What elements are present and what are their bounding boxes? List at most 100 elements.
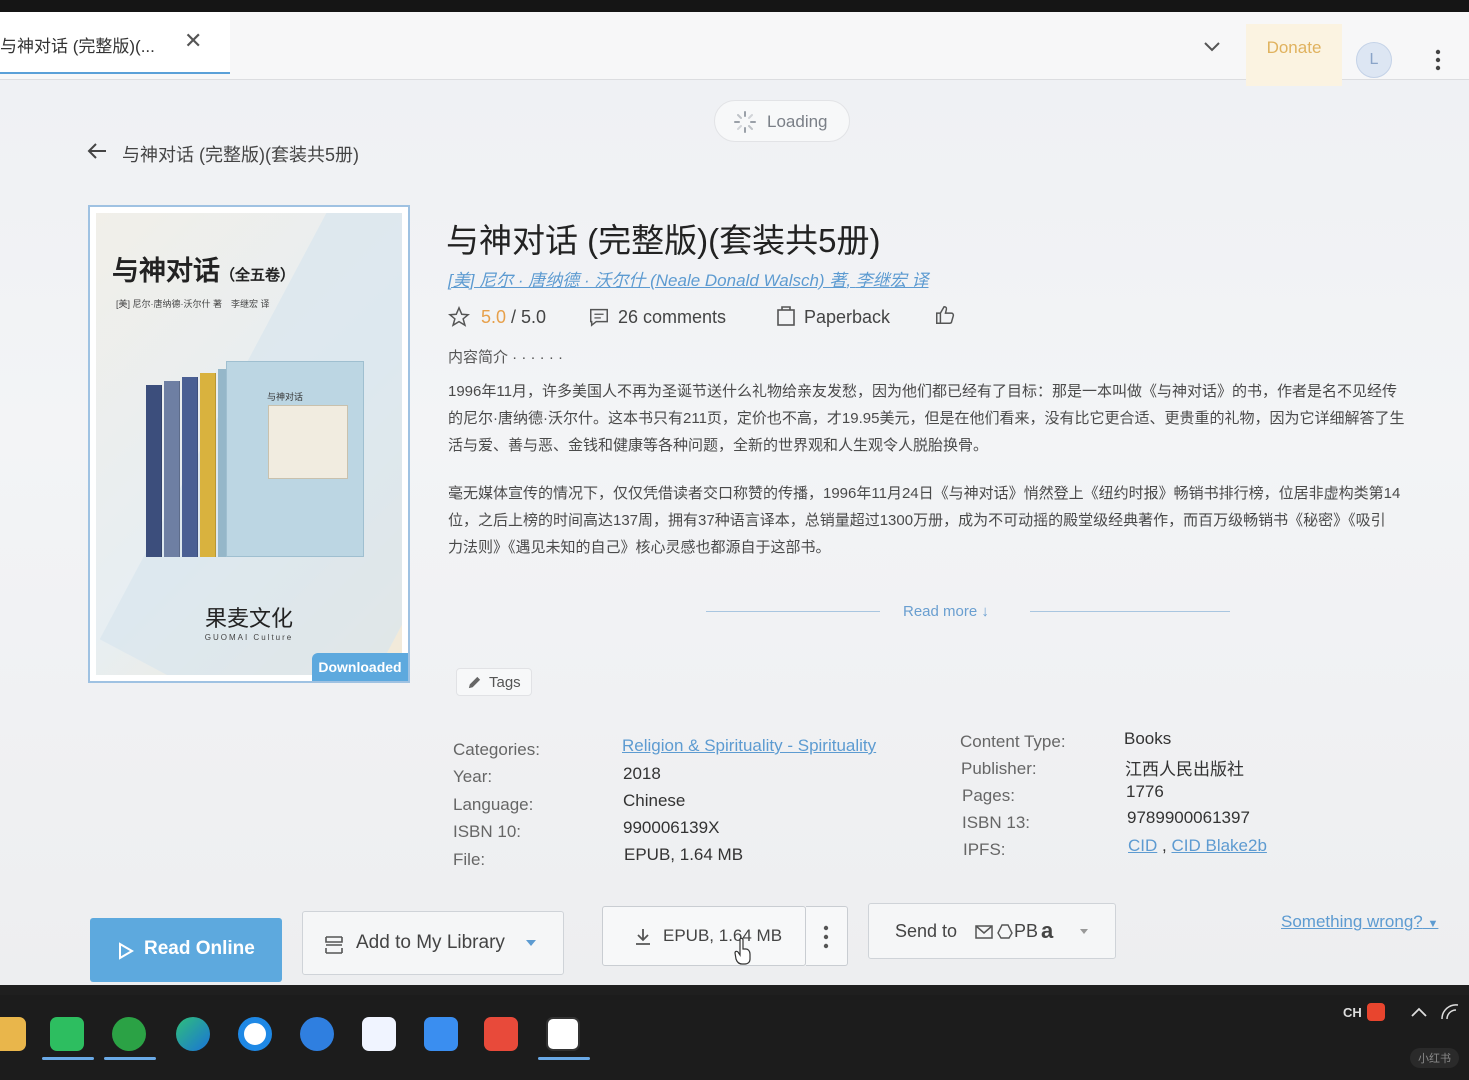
desc-line: 的尼尔·唐纳德·沃尔什。这本书只有211页，定价也不高，才19.95美元，但是在… — [448, 410, 1405, 427]
kugou-icon[interactable] — [300, 1017, 334, 1051]
cover-publisher: 果麦文化 — [204, 607, 293, 632]
more-options-button[interactable] — [806, 906, 848, 966]
send-to-label: Send to — [895, 921, 958, 941]
wechat-work-icon[interactable] — [112, 1017, 146, 1051]
input-language[interactable]: CH — [1343, 1005, 1362, 1020]
publisher-value: 江西人民出版社 — [1125, 760, 1244, 779]
description-paragraph-2: 毫无媒体宣传的情况下，仅仅凭借读者交口称赞的传播，1996年11月24日《与神对… — [448, 480, 1444, 561]
comments-count[interactable]: 26 comments — [618, 307, 726, 328]
more-vert-icon — [823, 925, 829, 949]
sogou-icon[interactable] — [1367, 1003, 1385, 1021]
download-label: EPUB, 1.64 MB — [663, 926, 783, 945]
downloaded-badge: Downloaded — [312, 653, 408, 681]
wifi-icon[interactable] — [1440, 1003, 1460, 1021]
taskbar: CH — [0, 985, 1469, 1080]
star-icon[interactable] — [448, 306, 470, 328]
netease-music-icon[interactable] — [484, 1017, 518, 1051]
language-value: Chinese — [623, 791, 686, 810]
ipfs-cid-link[interactable]: CID — [1128, 836, 1157, 855]
chevron-down-icon[interactable] — [1200, 34, 1224, 58]
rating-max: / 5.0 — [511, 307, 547, 327]
tab-strip: 与神对话 (完整版)(... ✕ Donate L — [0, 12, 1469, 86]
close-icon[interactable]: ✕ — [184, 28, 202, 54]
content-type-label: Content Type: — [960, 732, 1066, 751]
ipfs-separator: , — [1162, 836, 1167, 855]
pages-value: 1776 — [1126, 782, 1164, 801]
taskbar-inner: CH — [0, 995, 1469, 1080]
active-indicator — [42, 1057, 94, 1060]
read-more-link[interactable]: Read more ↓ — [903, 603, 989, 620]
pocketbook-label: PB — [1014, 921, 1039, 941]
baidu-netdisk-icon[interactable] — [362, 1017, 396, 1051]
tags-button[interactable]: Tags — [456, 668, 532, 696]
thumbs-up-icon[interactable] — [934, 304, 956, 326]
book-spine — [146, 385, 162, 557]
description-paragraph-1: 1996年11月，许多美国人不再为圣诞节送什么礼物给亲友发愁，因为他们都已经有了… — [448, 378, 1444, 459]
download-button[interactable]: EPUB, 1.64 MB — [602, 906, 806, 966]
arrow-down-icon: ↓ — [981, 603, 989, 620]
desc-line: 1996年11月，许多美国人不再为圣诞节送什么礼物给亲友发愁，因为他们都已经有了… — [448, 383, 1397, 400]
folder-icon[interactable] — [0, 1017, 26, 1051]
language-label: Language: — [453, 795, 534, 814]
intro-label: 内容简介 · · · · · · — [448, 349, 563, 366]
add-to-library-button[interactable]: Add to My Library — [302, 911, 564, 975]
categories-label: Categories: — [453, 740, 540, 759]
desc-line: 毫无媒体宣传的情况下，仅仅凭借读者交口称赞的传播，1996年11月24日《与神对… — [448, 485, 1401, 502]
caret-down-icon: ▼ — [1427, 918, 1439, 930]
monitor-bezel — [0, 0, 1469, 12]
active-indicator — [104, 1057, 156, 1060]
avatar[interactable]: L — [1356, 42, 1392, 78]
content-type-value: Books — [1124, 729, 1172, 748]
book-title: 与神对话 (完整版)(套装共5册) — [446, 222, 881, 259]
year-label: Year: — [453, 767, 493, 786]
tags-label: Tags — [489, 674, 521, 691]
book-cover[interactable]: 与神对话（全五卷） [美] 尼尔·唐纳德·沃尔什 著 李继宏 译 与神对话 果麦… — [88, 205, 410, 683]
isbn13-label: ISBN 13: — [962, 813, 1031, 832]
watermark: 小红书 — [1410, 1048, 1459, 1068]
isbn13-value: 9789900061397 — [1127, 808, 1250, 827]
more-vert-icon[interactable] — [1428, 48, 1448, 72]
search-app-icon[interactable] — [238, 1017, 272, 1051]
caret-down-icon[interactable] — [1079, 928, 1089, 936]
screen: 与神对话 (完整版)(... ✕ Donate L Loading 与神对话 (… — [0, 0, 1469, 1080]
report-problem-text: Something wrong? — [1281, 912, 1423, 931]
isbn10-label: ISBN 10: — [453, 822, 522, 841]
ipfs-cid-blake-link[interactable]: CID Blake2b — [1171, 836, 1266, 855]
cover-title-text: 与神对话 — [112, 256, 220, 287]
chevron-up-icon[interactable] — [1410, 1005, 1428, 1019]
desc-line: 活与爱、善与恶、金钱和健康等各种问题，全新的世界观和人生观令人脱胎换骨。 — [448, 437, 989, 454]
library-icon — [325, 936, 343, 954]
wechat-icon[interactable] — [50, 1017, 84, 1051]
edge-icon[interactable] — [176, 1017, 210, 1051]
send-to-button[interactable]: Send to PB a — [868, 903, 1116, 959]
download-icon — [636, 929, 650, 945]
donate-button[interactable]: Donate — [1246, 24, 1342, 86]
play-icon — [119, 942, 134, 960]
translator-link[interactable]: 李继宏 译 — [856, 271, 929, 290]
read-more-text: Read more — [903, 603, 978, 620]
caret-down-icon[interactable] — [525, 938, 537, 948]
ipfs-links: CID , CID Blake2b — [1128, 836, 1267, 856]
google-drive-icon — [997, 924, 1013, 939]
pages-label: Pages: — [962, 786, 1015, 805]
year-value: 2018 — [623, 764, 661, 783]
book-format-icon — [777, 306, 795, 326]
categories-link[interactable]: Religion & Spirituality - Spirituality — [622, 736, 876, 756]
divider — [706, 611, 880, 612]
isbn10-value: 990006139X — [623, 818, 720, 837]
breadcrumb: 与神对话 (完整版)(套装共5册) — [122, 145, 359, 165]
cover-authors: [美] 尼尔·唐纳德·沃尔什 著 李继宏 译 — [116, 299, 270, 309]
cover-title-suffix: （全五卷） — [220, 266, 296, 284]
author-links[interactable]: [美] 尼尔 · 唐纳德 · 沃尔什 (Neale Donald Walsch)… — [448, 266, 929, 291]
divider — [1030, 611, 1230, 612]
report-problem-link[interactable]: Something wrong? ▼ — [1281, 912, 1438, 932]
feishu-icon[interactable] — [424, 1017, 458, 1051]
author-link[interactable]: [美] 尼尔 · 唐纳德 · 沃尔什 (Neale Donald Walsch)… — [448, 271, 846, 290]
loading-indicator: Loading — [714, 100, 850, 142]
browser-tab[interactable]: 与神对话 (完整版)(... ✕ — [0, 12, 230, 74]
book-spine — [182, 377, 198, 557]
read-online-button[interactable]: Read Online — [90, 918, 282, 982]
comment-icon[interactable] — [588, 306, 610, 328]
back-arrow-icon[interactable] — [86, 140, 108, 162]
vim-icon[interactable] — [546, 1017, 580, 1051]
